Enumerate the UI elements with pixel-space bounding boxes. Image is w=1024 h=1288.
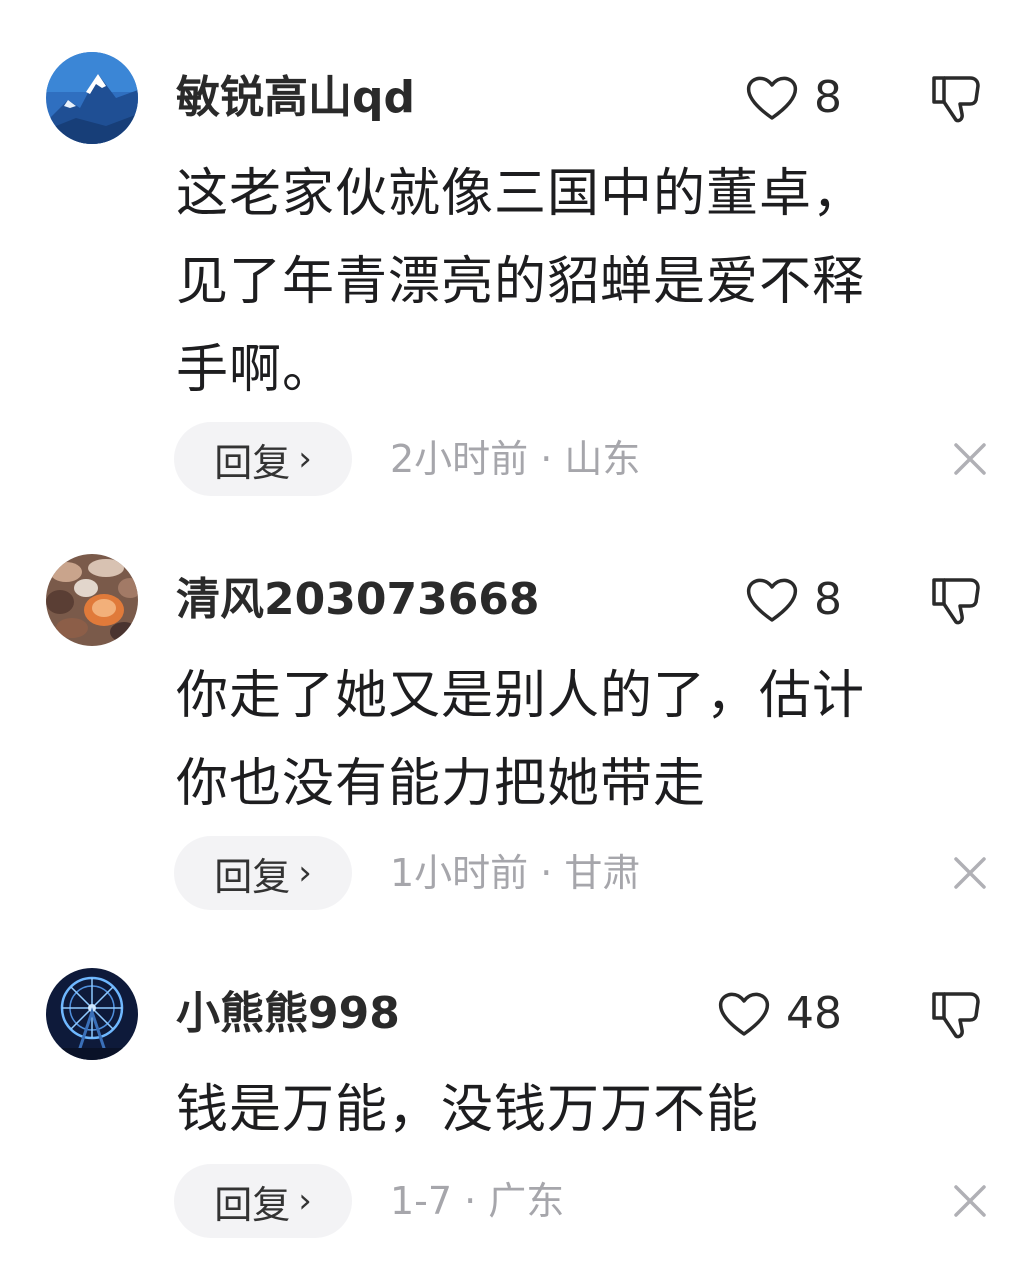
comment-time-location: 1-7 · 广东 (390, 1179, 565, 1223)
chevron-right-icon: › (298, 1181, 312, 1221)
reply-label: 回复 (214, 440, 291, 485)
dislike-button[interactable] (928, 572, 984, 628)
like-button[interactable]: 8 (744, 572, 842, 628)
pebbles-avatar-icon (46, 554, 138, 646)
comment-line: 手啊。 (176, 340, 336, 400)
comment-meta-row: 回复 › 1小时前 · 甘肃 (174, 836, 994, 910)
snow-mountain-avatar-icon (46, 52, 138, 144)
username[interactable]: 敏锐高山qd (176, 70, 415, 126)
user-avatar[interactable] (46, 554, 138, 646)
like-button[interactable]: 8 (744, 70, 842, 126)
like-count: 8 (814, 574, 842, 625)
dislike-button[interactable] (928, 70, 984, 126)
comment-text: 你走了她又是别人的了，估计 你也没有能力把她带走 (176, 652, 986, 828)
close-icon (954, 443, 986, 475)
comment-meta-row: 回复 › 2小时前 · 山东 (174, 422, 994, 496)
close-icon (954, 857, 986, 889)
close-button[interactable] (950, 1181, 990, 1221)
ferris-wheel-avatar-icon (46, 968, 138, 1060)
reply-button[interactable]: 回复 › (174, 836, 352, 910)
comment-text: 钱是万能，没钱万万不能 (176, 1066, 986, 1154)
dislike-button[interactable] (928, 986, 984, 1042)
like-button[interactable]: 48 (716, 986, 842, 1042)
heart-icon (718, 992, 770, 1036)
reply-label: 回复 (214, 1182, 291, 1227)
heart-icon (746, 76, 798, 120)
thumbs-down-icon (932, 578, 980, 625)
reply-button[interactable]: 回复 › (174, 422, 352, 496)
close-button[interactable] (950, 439, 990, 479)
close-icon (954, 1185, 986, 1217)
reply-label: 回复 (214, 854, 291, 899)
thumbs-down-icon (932, 992, 980, 1039)
chevron-right-icon: › (298, 853, 312, 893)
reply-button[interactable]: 回复 › (174, 1164, 352, 1238)
comment-line: 见了年青漂亮的貂蝉是爱不释 (176, 252, 866, 312)
username[interactable]: 清风203073668 (176, 572, 540, 628)
heart-icon (746, 578, 798, 622)
comment-meta-row: 回复 › 1-7 · 广东 (174, 1164, 994, 1238)
comment-line: 钱是万能，没钱万万不能 (176, 1080, 760, 1140)
thumbs-down-icon (932, 76, 980, 123)
comment-text: 这老家伙就像三国中的董卓， 见了年青漂亮的貂蝉是爱不释 手啊。 (176, 150, 986, 414)
like-count: 8 (814, 72, 842, 123)
comment-line: 你走了她又是别人的了，估计 (176, 666, 866, 726)
comment-line: 你也没有能力把她带走 (176, 754, 707, 814)
chevron-right-icon: › (298, 439, 312, 479)
username[interactable]: 小熊熊998 (176, 986, 400, 1042)
like-count: 48 (786, 988, 842, 1039)
comment-time-location: 1小时前 · 甘肃 (390, 851, 641, 895)
close-button[interactable] (950, 853, 990, 893)
user-avatar[interactable] (46, 968, 138, 1060)
comment-line: 这老家伙就像三国中的董卓， (176, 164, 866, 224)
comment-time-location: 2小时前 · 山东 (390, 437, 641, 481)
user-avatar[interactable] (46, 52, 138, 144)
